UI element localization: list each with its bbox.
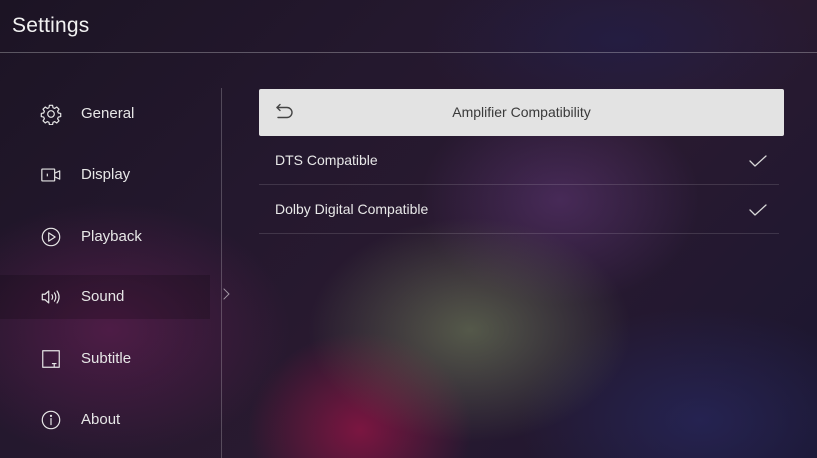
option-label: Dolby Digital Compatible: [275, 201, 429, 217]
option-dts-compatible[interactable]: DTS Compatible: [259, 136, 779, 185]
sidebar-divider: [221, 88, 222, 458]
check-icon: [749, 204, 767, 216]
panel-header: Amplifier Compatibility: [259, 89, 784, 136]
play-icon: [41, 227, 61, 247]
option-dolby-digital-compatible[interactable]: Dolby Digital Compatible: [259, 185, 779, 234]
sidebar-item-general[interactable]: General: [0, 92, 210, 136]
page-title: Settings: [12, 14, 90, 37]
option-label: DTS Compatible: [275, 152, 378, 168]
sidebar-item-about[interactable]: About: [0, 398, 210, 442]
amplifier-compatibility-panel: Amplifier Compatibility DTS Compatible D…: [259, 89, 784, 234]
sidebar-item-label: Playback: [81, 228, 142, 245]
sidebar-item-label: Display: [81, 166, 131, 183]
header-bar: Settings: [0, 0, 817, 53]
sidebar-item-label: About: [81, 411, 121, 428]
sidebar-item-display[interactable]: Display: [0, 153, 210, 197]
sidebar-item-label: General: [81, 105, 135, 122]
gear-icon: [40, 104, 62, 125]
sidebar-item-label: Subtitle: [81, 350, 132, 367]
sidebar-item-sound[interactable]: Sound: [0, 275, 210, 319]
sidebar-item-playback[interactable]: Playback: [0, 215, 210, 259]
subtitle-icon: [42, 350, 60, 368]
settings-screen: Settings General Display Playback Sound …: [0, 0, 817, 458]
display-icon: [41, 168, 61, 182]
sidebar-item-label: Sound: [81, 288, 125, 305]
speaker-icon: [41, 290, 60, 304]
sidebar: General Display Playback Sound Subtitle …: [0, 80, 222, 458]
check-icon: [749, 155, 767, 167]
info-icon: [41, 410, 61, 430]
sidebar-item-subtitle[interactable]: Subtitle: [0, 337, 210, 381]
panel-title: Amplifier Compatibility: [452, 104, 591, 120]
